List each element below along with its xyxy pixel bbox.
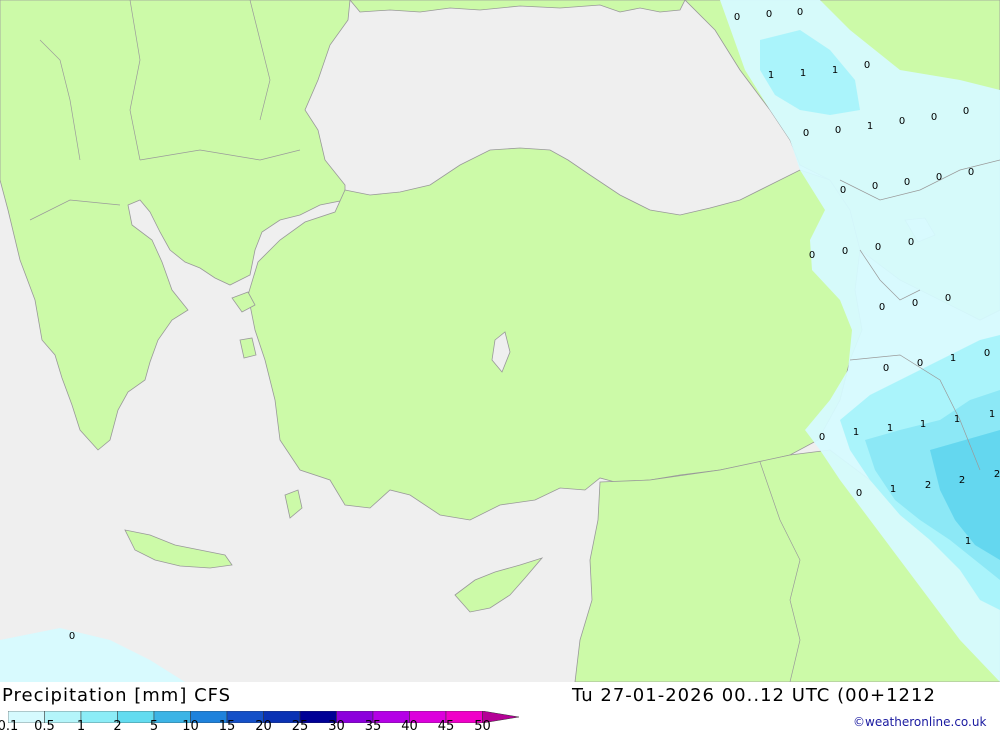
precip-value-label: 0 xyxy=(69,631,75,642)
legend-tick-label: 5 xyxy=(149,719,159,734)
precip-value-label: 1 xyxy=(965,536,971,547)
legend-tick-label: 0.1 xyxy=(0,719,19,734)
legend-swatch xyxy=(117,710,155,724)
precip-value-label: 1 xyxy=(853,427,859,438)
precip-value-label: 0 xyxy=(766,9,772,20)
precip-value-label: 0 xyxy=(803,128,809,139)
precip-value-label: 0 xyxy=(879,302,885,313)
legend-tick-label: 35 xyxy=(364,719,382,734)
credit-link[interactable]: ©weatheronline.co.uk xyxy=(853,715,986,729)
legend-tick-label: 1 xyxy=(76,719,86,734)
precip-value-label: 0 xyxy=(835,125,841,136)
precip-value-label: 1 xyxy=(920,419,926,430)
precip-value-label: 1 xyxy=(867,121,873,132)
precip-value-label: 1 xyxy=(989,409,995,420)
legend-tick-label: 50 xyxy=(474,719,491,734)
precip-value-label: 0 xyxy=(840,185,846,196)
precip-value-label: 1 xyxy=(832,65,838,76)
precip-value-label: 0 xyxy=(809,250,815,261)
precip-value-label: 0 xyxy=(797,7,803,18)
precip-value-label: 2 xyxy=(959,475,965,486)
precip-value-label: 0 xyxy=(945,293,951,304)
precip-value-label: 2 xyxy=(994,469,1000,480)
precip-value-label: 0 xyxy=(734,12,740,23)
precip-value-label: 0 xyxy=(984,348,990,359)
precip-value-label: 0 xyxy=(842,246,848,257)
precip-value-label: 0 xyxy=(963,106,969,117)
precip-value-label: 1 xyxy=(887,423,893,434)
precip-value-label: 0 xyxy=(908,237,914,248)
precip-value-label: 0 xyxy=(904,177,910,188)
legend-tick-label: 15 xyxy=(218,719,236,734)
precip-value-label: 0 xyxy=(931,112,937,123)
precip-value-label: 1 xyxy=(950,353,956,364)
legend-tick-label: 10 xyxy=(182,719,199,734)
precipitation-map: 0 0 0 1 1 1 0 0 0 1 0 0 0 0 0 0 0 0 0 0 0 0 0 0 0 0 0 1 0 0 1 1 1 1 1 0 1 2 2 2… xyxy=(0,0,1000,683)
footer: Precipitation [mm] CFS Tu 27-01-2026 00.… xyxy=(0,682,1000,734)
precip-value-label: 0 xyxy=(968,167,974,178)
legend-tick-label: 25 xyxy=(291,719,309,734)
legend-tick-label: 2 xyxy=(113,719,122,734)
precip-value-label: 0 xyxy=(864,60,870,71)
precip-value-label: 2 xyxy=(925,480,931,491)
precip-value-label: 0 xyxy=(819,432,825,443)
precip-value-label: 1 xyxy=(954,414,960,425)
legend-tick-label: 30 xyxy=(328,719,345,734)
map-title: Precipitation [mm] CFS xyxy=(2,685,232,706)
precip-value-label: 0 xyxy=(856,488,862,499)
legend-tick-label: 20 xyxy=(255,719,272,734)
precip-value-label: 1 xyxy=(768,70,774,81)
precip-value-label: 1 xyxy=(800,68,806,79)
color-legend: 0.1 0.5 1 2 5 10 15 20 25 30 35 40 45 50 xyxy=(0,708,528,734)
precip-value-label: 0 xyxy=(899,116,905,127)
precip-value-label: 1 xyxy=(890,484,896,495)
precip-value-label: 0 xyxy=(917,358,923,369)
valid-datetime: Tu 27-01-2026 00..12 UTC (00+1212 xyxy=(572,685,936,706)
precip-value-label: 0 xyxy=(936,172,942,183)
legend-tick-label: 0.5 xyxy=(34,719,55,734)
precip-value-label: 0 xyxy=(883,363,889,374)
precip-value-label: 0 xyxy=(872,181,878,192)
legend-swatch xyxy=(80,710,118,724)
precip-value-label: 0 xyxy=(875,242,881,253)
legend-tick-label: 40 xyxy=(401,719,418,734)
precip-value-label: 0 xyxy=(912,298,918,309)
legend-tick-label: 45 xyxy=(437,719,455,734)
